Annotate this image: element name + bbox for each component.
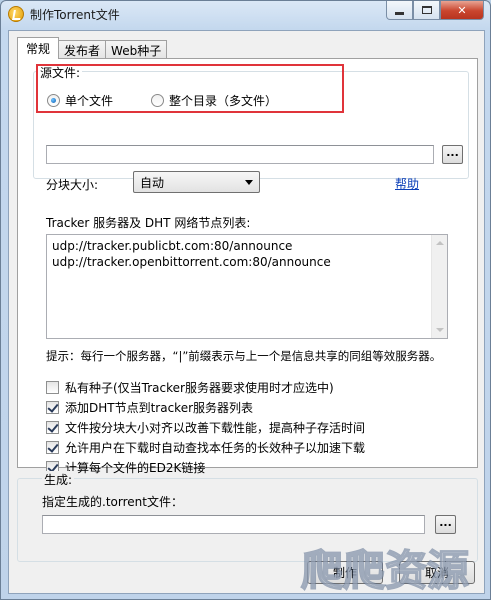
annotation-highlight — [36, 64, 344, 113]
piece-size-select[interactable]: 自动 — [133, 171, 260, 193]
option-long-seeds[interactable]: 允许用户在下载时自动查找本任务的长效种子以加速下载 — [46, 439, 365, 455]
tracker-scrollbar[interactable] — [431, 235, 447, 338]
scroll-up-icon[interactable] — [436, 241, 444, 245]
option-label: 文件按分块大小对齐以改善下载性能，提高种子存活时间 — [65, 420, 366, 435]
tab-general[interactable]: 常规 — [17, 37, 60, 59]
source-browse-button[interactable]: ... — [442, 145, 463, 164]
tab-bar: 常规 发布者 Web种子 — [17, 37, 168, 59]
maximize-button[interactable] — [413, 1, 440, 20]
scroll-down-icon[interactable] — [436, 328, 444, 332]
option-label: 计算每个文件的ED2K链接 — [65, 460, 206, 475]
align-pieces-checkbox[interactable] — [46, 420, 59, 434]
watermark-text: 爬爬资源 — [301, 546, 469, 595]
tracker-hint: 提示：每行一个服务器，“|”前缀表示与上一个是信息共享的同组等效服务器。 — [46, 349, 442, 363]
chevron-down-icon — [245, 180, 253, 185]
app-icon — [8, 6, 24, 22]
close-button[interactable]: ✕ — [440, 1, 484, 20]
tab-web-seeds[interactable]: Web种子 — [105, 40, 168, 59]
generate-group-label: 生成: — [42, 471, 75, 488]
private-checkbox[interactable] — [46, 380, 59, 394]
window-controls: ✕ — [386, 1, 484, 20]
option-label: 私有种子(仅当Tracker服务器要求使用时才应选中) — [65, 380, 334, 395]
tracker-list-label: Tracker 服务器及 DHT 网络节点列表: — [46, 216, 251, 230]
minimize-icon — [395, 11, 404, 15]
dialog-client: 常规 发布者 Web种子 源文件: 单个文件 整个目录（多文件） ... 分块大… — [8, 30, 485, 594]
watermark-logo: 爬爬资源 — [300, 545, 470, 596]
option-private[interactable]: 私有种子(仅当Tracker服务器要求使用时才应选中) — [46, 379, 334, 395]
title-bar[interactable]: 制作Torrent文件 ✕ — [1, 1, 490, 27]
maximize-icon — [421, 6, 432, 14]
help-link[interactable]: 帮助 — [395, 175, 419, 192]
long-seeds-checkbox[interactable] — [46, 440, 59, 454]
option-label: 添加DHT节点到tracker服务器列表 — [65, 400, 254, 415]
option-label: 允许用户在下载时自动查找本任务的长效种子以加速下载 — [65, 440, 366, 455]
output-browse-button[interactable]: ... — [435, 515, 456, 534]
close-icon: ✕ — [457, 3, 467, 17]
source-path-input[interactable] — [46, 145, 434, 164]
minimize-button[interactable] — [386, 1, 413, 20]
general-panel: 源文件: 单个文件 整个目录（多文件） ... 分块大小: 自动 帮助 Trac… — [17, 58, 478, 475]
output-file-label: 指定生成的.torrent文件： — [42, 495, 183, 509]
option-align-pieces[interactable]: 文件按分块大小对齐以改善下载性能，提高种子存活时间 — [46, 419, 365, 435]
output-path-input[interactable] — [42, 515, 425, 534]
add-dht-checkbox[interactable] — [46, 400, 59, 414]
tab-publisher[interactable]: 发布者 — [58, 40, 107, 59]
torrent-maker-window: 制作Torrent文件 ✕ 常规 发布者 Web种子 源文件: 单个文件 整个目… — [0, 0, 491, 600]
piece-size-label: 分块大小: — [46, 178, 99, 192]
option-add-dht[interactable]: 添加DHT节点到tracker服务器列表 — [46, 399, 253, 415]
tracker-line: udp://tracker.openbittorrent.com:80/anno… — [52, 255, 331, 269]
tracker-line: udp://tracker.publicbt.com:80/announce — [52, 239, 293, 253]
piece-size-value: 自动 — [140, 175, 165, 190]
window-title: 制作Torrent文件 — [30, 8, 120, 22]
tracker-list-textarea[interactable]: udp://tracker.publicbt.com:80/announce u… — [46, 234, 448, 339]
